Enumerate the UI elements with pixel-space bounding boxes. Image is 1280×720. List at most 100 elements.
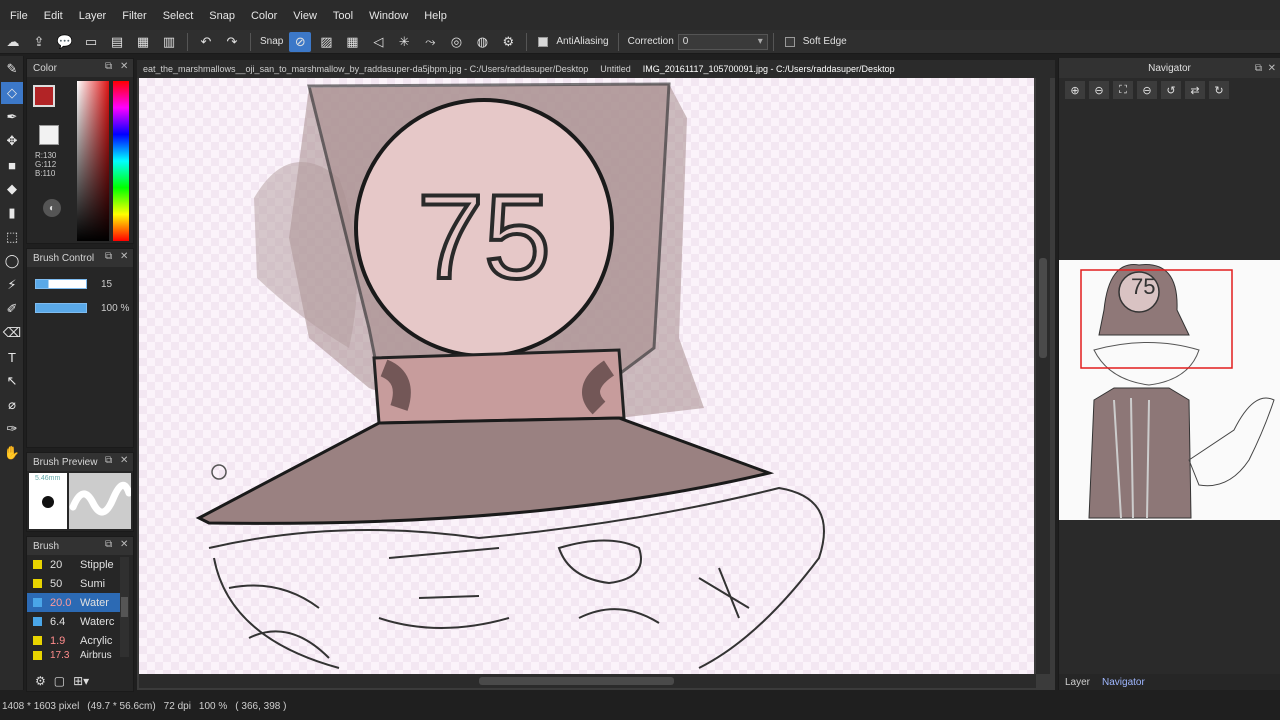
select-pen-icon[interactable]: ✐ xyxy=(1,298,23,320)
magic-wand-icon[interactable]: ⚡ xyxy=(1,274,23,296)
brush-color-marker xyxy=(33,598,42,607)
brush-tip-size: 5.46mm xyxy=(35,475,61,482)
close-icon[interactable]: ✕ xyxy=(120,251,128,262)
correction-select[interactable]: 0 xyxy=(677,33,768,50)
rotate-right-icon[interactable]: ↻ xyxy=(1209,81,1229,99)
brush-settings-icon[interactable]: ⚙ xyxy=(35,674,46,688)
snap-off-icon[interactable]: ⊘ xyxy=(289,31,312,52)
snap-parallel-icon[interactable]: ▨ xyxy=(315,32,337,52)
actual-size-icon[interactable]: ⊖ xyxy=(1137,81,1157,99)
hue-slider[interactable] xyxy=(113,81,129,241)
scrollbar-thumb[interactable] xyxy=(121,597,128,617)
popout-icon[interactable]: ⧉ xyxy=(105,539,112,550)
popout-icon[interactable]: ⧉ xyxy=(1255,63,1262,74)
brush-list-scrollbar[interactable] xyxy=(120,557,129,657)
tab-layer[interactable]: Layer xyxy=(1059,677,1096,688)
tab-marshmallow[interactable]: eat_the_marshmallows__oji_san_to_marshma… xyxy=(137,64,594,74)
saturation-value-picker[interactable] xyxy=(77,81,109,241)
monitor-icon[interactable]: ▭ xyxy=(80,32,102,52)
toolbar-divider xyxy=(187,32,188,51)
select-eraser-icon[interactable]: ⌫ xyxy=(1,322,23,344)
snap-ellipse-icon[interactable]: ◍ xyxy=(471,32,493,52)
snap-circle-icon[interactable]: ◎ xyxy=(445,32,467,52)
navigator-thumbnail[interactable]: 75 xyxy=(1059,260,1280,520)
snap-vanish-icon[interactable]: ◁ xyxy=(367,32,389,52)
close-icon[interactable]: ✕ xyxy=(120,539,128,550)
brush-item-sumi[interactable]: 50 Sumi xyxy=(27,574,123,593)
menu-file[interactable]: File xyxy=(2,10,36,22)
pen-tool-icon[interactable]: ✑ xyxy=(1,418,23,440)
snap-settings-icon[interactable]: ⚙ xyxy=(497,32,519,52)
flip-icon[interactable]: ⇄ xyxy=(1185,81,1205,99)
menu-help[interactable]: Help xyxy=(416,10,455,22)
layers-icon[interactable]: ▥ xyxy=(158,32,180,52)
brush-item-water[interactable]: 20.0 Water xyxy=(27,593,123,612)
navigator-header: Navigator ⧉ ✕ xyxy=(1059,58,1280,78)
popout-icon[interactable]: ⧉ xyxy=(105,455,112,466)
menu-select[interactable]: Select xyxy=(155,10,202,22)
brush-item-watercolor[interactable]: 6.4 Waterc xyxy=(27,612,123,631)
brush-item-stipple[interactable]: 20 Stipple xyxy=(27,555,123,574)
redo-icon[interactable]: ↷ xyxy=(221,32,243,52)
rect-select-icon[interactable]: ⬚ xyxy=(1,226,23,248)
brush-icon[interactable]: ✎ xyxy=(1,58,23,80)
brush-menu-icon[interactable]: ⊞▾ xyxy=(73,674,89,688)
foreground-color-swatch[interactable] xyxy=(33,85,55,107)
rotate-left-icon[interactable]: ↺ xyxy=(1161,81,1181,99)
antialiasing-checkbox[interactable] xyxy=(538,36,549,47)
canvas-vertical-scrollbar[interactable] xyxy=(1036,78,1050,674)
tab-img[interactable]: IMG_20161117_105700091.jpg - C:/Users/ra… xyxy=(637,64,901,74)
popout-icon[interactable]: ⧉ xyxy=(105,61,112,72)
zoom-in-icon[interactable]: ⊕ xyxy=(1065,81,1085,99)
eyedropper-icon[interactable]: ⌀ xyxy=(1,394,23,416)
popout-icon[interactable]: ⧉ xyxy=(105,251,112,262)
menu-view[interactable]: View xyxy=(285,10,325,22)
brush-opacity-slider[interactable]: 100 % xyxy=(35,301,131,315)
menu-window[interactable]: Window xyxy=(361,10,416,22)
scrollbar-thumb[interactable] xyxy=(1039,258,1047,358)
menu-color[interactable]: Color xyxy=(243,10,285,22)
menu-snap[interactable]: Snap xyxy=(201,10,243,22)
fill-icon[interactable]: ◆ xyxy=(1,178,23,200)
speech-icon[interactable]: 💬 xyxy=(54,32,76,52)
brush-size-slider[interactable]: 15 xyxy=(35,277,131,291)
new-brush-icon[interactable]: ▢ xyxy=(54,674,65,688)
drawing-canvas[interactable]: 75 xyxy=(139,78,1034,674)
cloud-icon[interactable]: ☁ xyxy=(2,32,24,52)
menu-filter[interactable]: Filter xyxy=(114,10,154,22)
canvas-horizontal-scrollbar[interactable] xyxy=(139,674,1036,688)
snap-curve-icon[interactable]: ⤳ xyxy=(419,32,441,52)
eraser-icon[interactable]: ◇ xyxy=(1,82,23,104)
fit-icon[interactable]: ⛶ xyxy=(1113,81,1133,99)
snap-grid-icon[interactable]: ▦ xyxy=(341,32,363,52)
brush-item-acrylic[interactable]: 1.9 Acrylic xyxy=(27,631,123,650)
close-icon[interactable]: ✕ xyxy=(1268,63,1276,74)
lasso-icon[interactable]: ◯ xyxy=(1,250,23,272)
pen-icon[interactable]: ✒ xyxy=(1,106,23,128)
snap-radial-icon[interactable]: ✳ xyxy=(393,32,415,52)
menu-layer[interactable]: Layer xyxy=(71,10,115,22)
tab-navigator[interactable]: Navigator xyxy=(1096,677,1151,688)
grid-icon[interactable]: ▦ xyxy=(132,32,154,52)
text-icon[interactable]: T xyxy=(1,346,23,368)
rectangle-icon[interactable]: ■ xyxy=(1,154,23,176)
palette-icon[interactable]: ◐ xyxy=(43,199,61,217)
hand-icon[interactable]: ✋ xyxy=(1,442,23,464)
document-icon[interactable]: ▤ xyxy=(106,32,128,52)
zoom-out-icon[interactable]: ⊖ xyxy=(1089,81,1109,99)
menu-tool[interactable]: Tool xyxy=(325,10,361,22)
softedge-checkbox[interactable] xyxy=(784,36,795,47)
close-icon[interactable]: ✕ xyxy=(120,61,128,72)
tab-untitled[interactable]: Untitled xyxy=(594,64,637,74)
brush-item-airbrush[interactable]: 17.3 Airbrus xyxy=(27,650,123,660)
menu-edit[interactable]: Edit xyxy=(36,10,71,22)
undo-icon[interactable]: ↶ xyxy=(195,32,217,52)
gradient-icon[interactable]: ▮ xyxy=(1,202,23,224)
move-icon[interactable]: ✥ xyxy=(1,130,23,152)
scrollbar-thumb[interactable] xyxy=(479,677,674,685)
document-tabs: eat_the_marshmallows__oji_san_to_marshma… xyxy=(137,60,1055,78)
export-icon[interactable]: ⇪ xyxy=(28,32,50,52)
operation-icon[interactable]: ↖ xyxy=(1,370,23,392)
close-icon[interactable]: ✕ xyxy=(120,455,128,466)
background-color-swatch[interactable] xyxy=(39,125,59,145)
